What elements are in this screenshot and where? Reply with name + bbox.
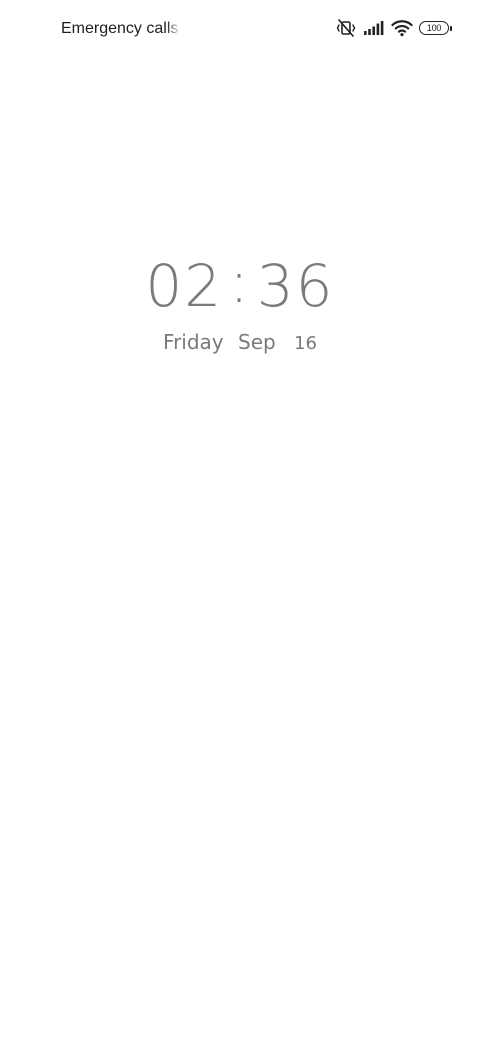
clock-minutes: 36	[256, 252, 335, 320]
date-month: Sep	[238, 330, 276, 354]
date-weekday: Friday	[163, 330, 224, 354]
vibrate-off-icon	[335, 18, 357, 38]
lock-screen-date: Friday Sep 16	[0, 328, 480, 358]
battery-tip	[450, 25, 452, 31]
lock-screen-clock: 02:36	[0, 248, 480, 322]
battery-level: 100	[426, 23, 442, 33]
carrier-status-text: Emergency calls o	[61, 20, 181, 37]
clock-hours: 02	[145, 252, 224, 320]
wifi-icon	[391, 19, 413, 37]
battery-icon: 100	[419, 21, 452, 35]
date-day: 16	[294, 333, 317, 354]
status-bar: Emergency calls o 100	[0, 0, 480, 56]
clock-separator: :	[229, 248, 251, 316]
cellular-signal-icon	[363, 20, 385, 36]
status-icons: 100	[335, 16, 452, 40]
